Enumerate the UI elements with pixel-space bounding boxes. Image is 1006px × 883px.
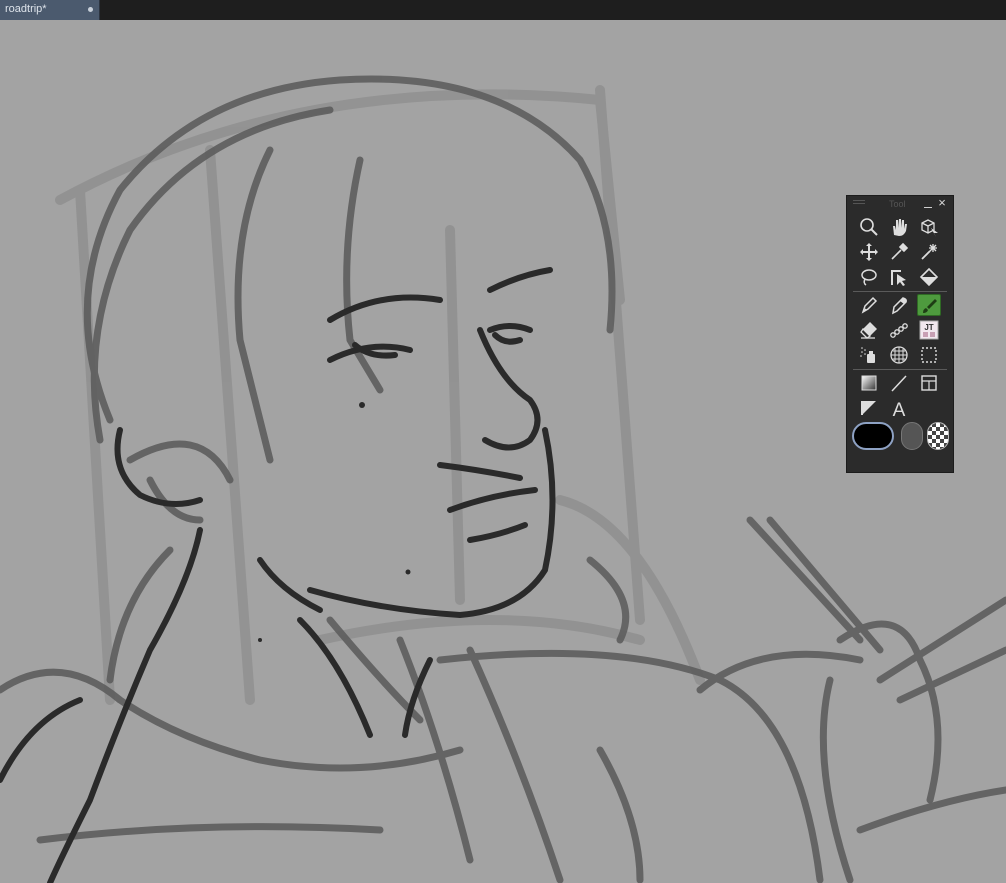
palette-title: Tool [889, 199, 906, 209]
selection-tool[interactable] [917, 344, 941, 366]
grid-ruler-icon [890, 346, 908, 364]
lasso-icon [861, 269, 877, 286]
separator [853, 369, 947, 370]
jt-plugin-icon: JT [919, 320, 939, 340]
figure-tool[interactable] [887, 372, 911, 394]
eraser-icon [860, 322, 877, 339]
hand-tool[interactable] [887, 216, 911, 238]
jt-plugin-tool[interactable]: JT [917, 319, 941, 341]
brush-icon [923, 299, 937, 313]
pencil-tool[interactable] [887, 294, 911, 316]
balloon-tail-icon [861, 401, 876, 415]
text-icon: A [893, 400, 906, 418]
brush-tool[interactable] [917, 294, 941, 316]
gradient-tool[interactable] [857, 372, 881, 394]
line-icon [891, 375, 907, 392]
main-color-swatch[interactable] [852, 422, 894, 450]
minimize-button[interactable] [923, 199, 933, 209]
separator [853, 291, 947, 292]
sub-color-swatch[interactable] [901, 422, 923, 450]
transparent-color-swatch[interactable] [927, 422, 949, 450]
tab-roadtrip[interactable]: roadtrip* [0, 0, 100, 20]
jt-badge-text: JT [924, 323, 933, 332]
hand-icon [893, 219, 907, 236]
move-tool[interactable] [857, 241, 881, 263]
balloon-tool[interactable] [857, 397, 881, 419]
tool-palette: Tool × JT A [846, 195, 954, 473]
object-icon [921, 219, 938, 237]
eyedropper-tool[interactable] [887, 241, 911, 263]
eraser-tool[interactable] [857, 319, 881, 341]
text-tool[interactable]: A [887, 397, 911, 419]
pencil-icon [892, 297, 907, 315]
fill-icon [919, 267, 939, 287]
unsaved-dot-icon[interactable] [88, 7, 93, 12]
operation-icon [891, 270, 906, 286]
eyedropper-icon [891, 242, 909, 260]
pen-icon [861, 296, 878, 314]
pen-tool[interactable] [857, 294, 881, 316]
lasso-tool[interactable] [857, 266, 881, 288]
gradient-icon [861, 375, 877, 391]
operation-tool[interactable] [887, 266, 911, 288]
tab-label: roadtrip* [5, 3, 47, 15]
zoom-icon [860, 218, 878, 236]
zoom-tool[interactable] [857, 216, 881, 238]
decoration-icon [890, 323, 908, 338]
frame-border-tool[interactable] [917, 372, 941, 394]
object-tool[interactable] [917, 216, 941, 238]
selection-icon [921, 347, 937, 363]
palette-header[interactable]: Tool × [847, 196, 953, 212]
close-button[interactable]: × [936, 196, 948, 210]
airbrush-tool[interactable] [857, 344, 881, 366]
ruler-tool[interactable] [887, 344, 911, 366]
menu-grip-icon[interactable] [853, 200, 865, 208]
move-icon [860, 243, 878, 261]
auto-select-tool[interactable] [917, 241, 941, 263]
auto-select-icon [921, 244, 937, 260]
fill-tool[interactable] [917, 266, 941, 288]
text-tool-glyph: A [893, 400, 906, 418]
airbrush-icon [860, 347, 875, 363]
frame-icon [921, 375, 937, 391]
document-tab-bar: roadtrip* [0, 0, 1006, 20]
decoration-tool[interactable] [887, 319, 911, 341]
